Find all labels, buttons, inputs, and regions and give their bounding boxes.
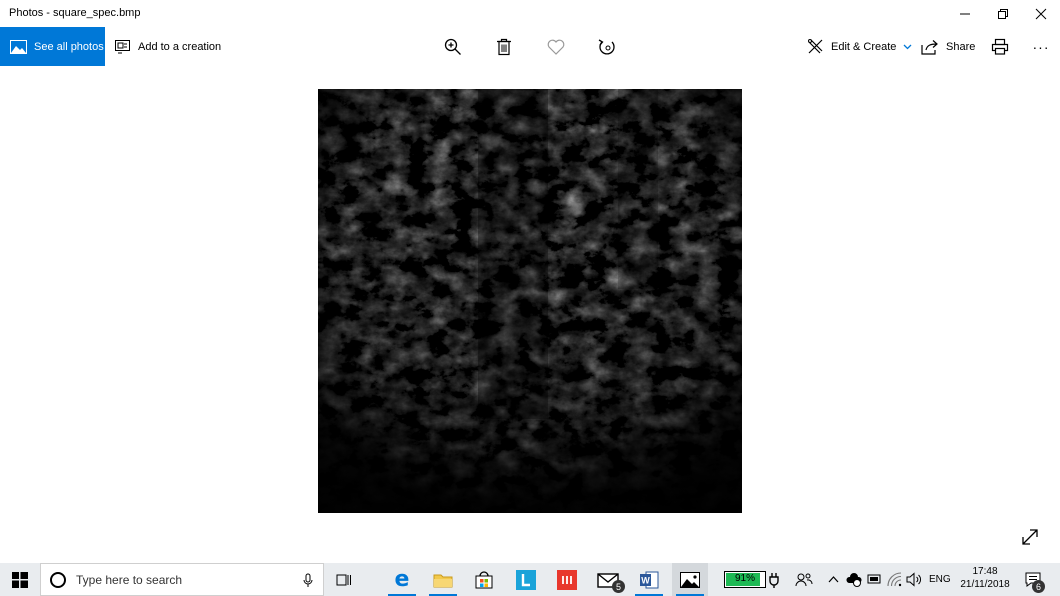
search-placeholder: Type here to search: [76, 572, 183, 587]
share-icon: [921, 39, 938, 55]
mail-badge: 5: [612, 580, 625, 593]
see-all-photos-label: See all photos: [34, 40, 104, 53]
close-button[interactable]: [1022, 0, 1060, 27]
share-button[interactable]: Share: [921, 27, 975, 66]
taskbar-app-l[interactable]: [508, 563, 544, 596]
rotate-icon: [598, 38, 615, 54]
rotate-button[interactable]: [590, 27, 624, 66]
svg-text:W: W: [641, 575, 650, 585]
taskbar-app-red[interactable]: [549, 563, 585, 596]
windows-logo-icon: [12, 571, 28, 588]
notification-badge: 6: [1032, 580, 1045, 593]
people-icon[interactable]: [795, 572, 813, 588]
cortana-icon: [50, 571, 66, 588]
taskbar-search-box[interactable]: Type here to search: [40, 563, 324, 596]
print-button[interactable]: [983, 27, 1017, 66]
taskbar-store[interactable]: [466, 563, 502, 596]
task-view-icon: [336, 574, 351, 585]
add-to-creation-label: Add to a creation: [138, 40, 222, 53]
photo-image: [318, 89, 742, 513]
zoom-button[interactable]: [436, 27, 470, 66]
restore-icon: [998, 8, 1008, 19]
folder-icon: [433, 574, 453, 587]
taskbar: Type here to search e 5 W 91% ENG 17:48 …: [0, 563, 1060, 596]
heart-icon: [547, 39, 565, 55]
input-language[interactable]: ENG: [929, 574, 951, 585]
onedrive-sync-icon[interactable]: [846, 572, 862, 587]
charging-plug-icon: [769, 573, 779, 588]
chevron-up-icon[interactable]: [828, 575, 839, 583]
photo-icon: [10, 39, 27, 54]
more-options-label: ···: [1032, 38, 1050, 55]
taskbar-mail[interactable]: 5: [590, 563, 626, 596]
battery-indicator[interactable]: 91%: [724, 571, 766, 588]
printer-icon: [991, 38, 1009, 55]
store-icon: [475, 570, 493, 588]
red-app-icon: [557, 569, 577, 590]
command-bar: See all photos Add to a creation Edit & …: [0, 27, 1060, 66]
word-icon: W: [640, 571, 659, 588]
clock-date: 21/11/2018: [960, 579, 1010, 590]
clock[interactable]: 17:48 21/11/2018: [955, 566, 1015, 592]
window-title: Photos - square_spec.bmp: [9, 7, 141, 19]
image-viewer: [0, 66, 1060, 563]
taskbar-file-explorer[interactable]: [425, 563, 461, 596]
edge-icon: e: [394, 567, 410, 592]
favorite-button[interactable]: [539, 27, 573, 66]
photos-app-icon: [680, 571, 700, 588]
minimize-icon: [960, 13, 970, 14]
battery-percent: 91%: [734, 573, 755, 584]
delete-button[interactable]: [487, 27, 521, 66]
see-all-photos-button[interactable]: See all photos: [0, 27, 105, 66]
taskbar-word[interactable]: W: [631, 563, 667, 596]
wifi-icon[interactable]: [887, 572, 903, 587]
clock-time: 17:48: [972, 566, 998, 577]
displayed-photo[interactable]: [318, 89, 742, 513]
share-label: Share: [946, 40, 976, 53]
taskbar-photos[interactable]: [672, 563, 708, 596]
more-options-button[interactable]: ···: [1024, 27, 1058, 66]
edit-create-label: Edit & Create: [831, 40, 897, 53]
close-icon: [1035, 8, 1047, 19]
tray-device-icon[interactable]: [867, 573, 881, 585]
trash-icon: [497, 38, 511, 55]
task-view-button[interactable]: [326, 563, 362, 596]
add-to-creation-button[interactable]: Add to a creation: [114, 27, 221, 66]
taskbar-edge[interactable]: e: [384, 563, 420, 596]
volume-icon[interactable]: [906, 572, 922, 587]
minimize-button[interactable]: [946, 0, 984, 27]
creation-icon: [115, 40, 130, 54]
zoom-in-icon: [444, 38, 461, 55]
fullscreen-button[interactable]: [1019, 526, 1041, 548]
microphone-icon[interactable]: [303, 573, 313, 588]
start-button[interactable]: [0, 563, 40, 596]
restore-button[interactable]: [984, 0, 1022, 27]
l-app-icon: [516, 569, 536, 590]
title-bar: Photos - square_spec.bmp: [0, 0, 1060, 27]
edit-create-button[interactable]: Edit & Create: [807, 27, 912, 66]
chevron-down-icon: [903, 44, 912, 49]
edit-create-icon: [808, 39, 823, 54]
